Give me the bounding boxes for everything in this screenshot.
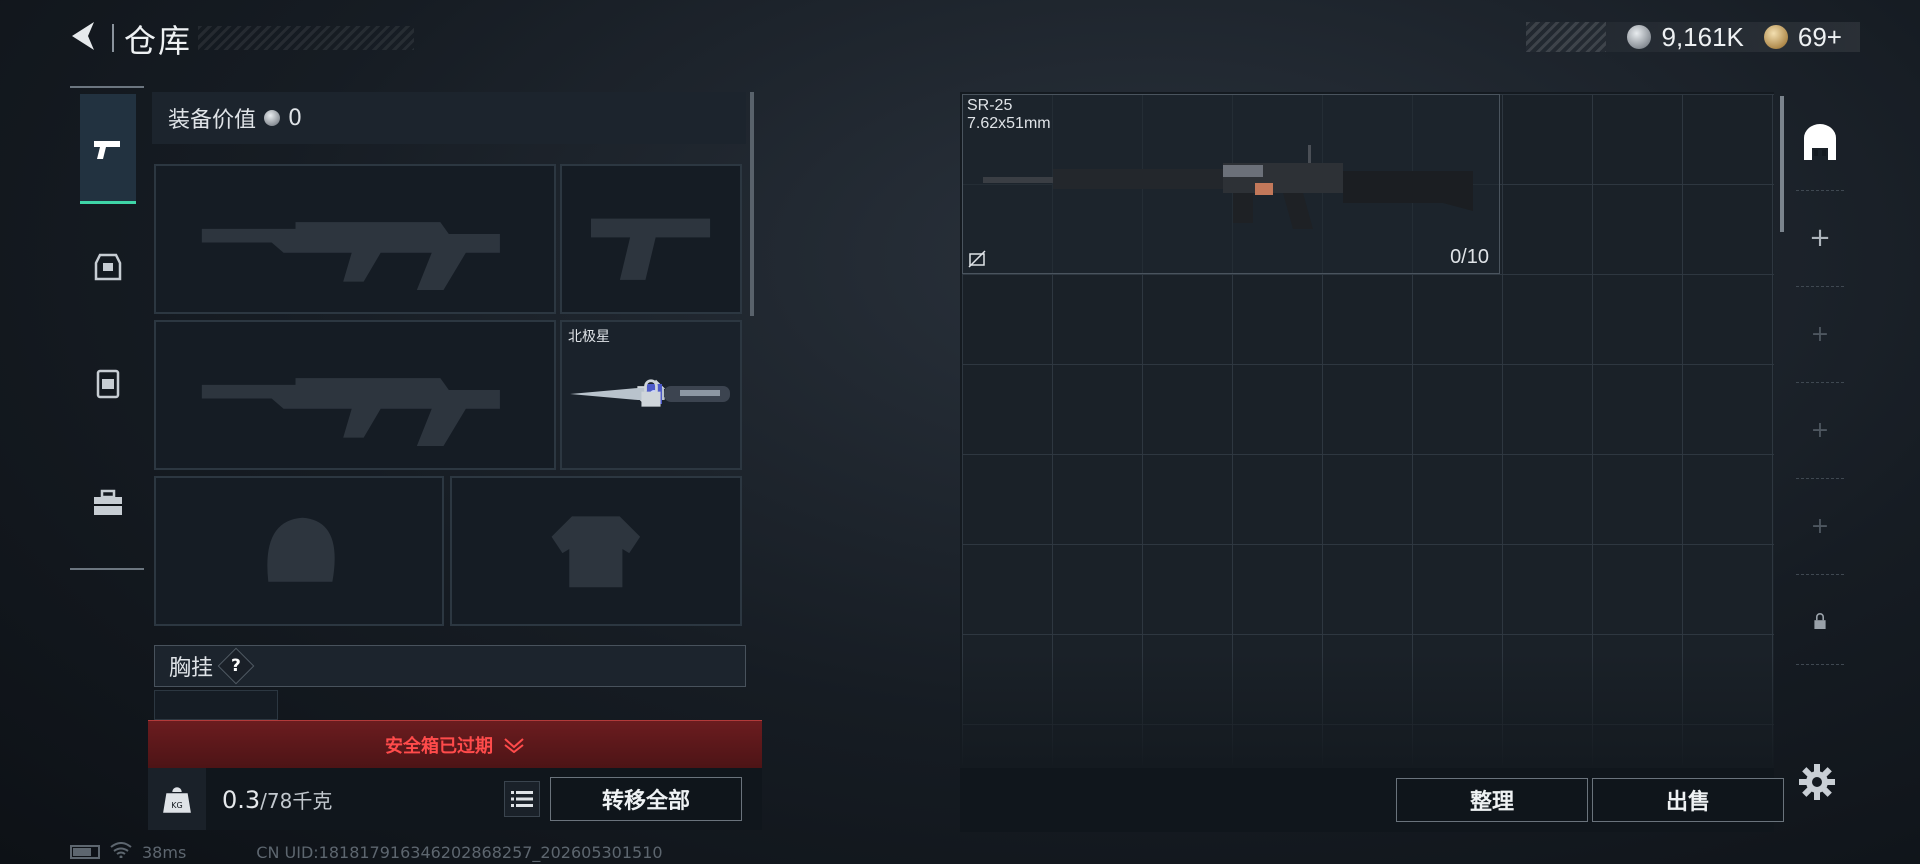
help-icon[interactable]: ? [217,647,255,685]
back-button[interactable] [66,18,106,58]
vest-silhouette-icon [452,478,740,624]
title-decoration [198,26,414,50]
melee-slot[interactable]: 北极星 [560,320,742,470]
storage-panel: SR-25 7.62x51mm 0/10 [960,92,1774,832]
pistol-silhouette-icon [562,166,740,312]
chest-rig-header: 胸挂 ? [154,645,746,687]
storage-scrollbar[interactable] [1780,96,1784,232]
helmet-silhouette-icon [156,478,442,624]
add-page-button[interactable]: + [1792,218,1848,258]
rail-separator [1796,664,1844,665]
equip-value-bar: 装备价值 0 [152,92,746,144]
list-icon [511,791,533,807]
safebox-alert-text: 安全箱已过期 [385,735,493,757]
rail-separator [1796,574,1844,575]
silver-coin-icon [264,110,281,126]
rifle-silhouette-icon [156,322,554,468]
category-rail [70,86,144,570]
body-armor-slot[interactable] [450,476,742,626]
currency-bar: 9,161K 69+ [1526,22,1860,52]
add-page-button[interactable]: + [1792,410,1848,450]
tab-toolbox[interactable] [80,448,136,558]
armor-icon [94,253,122,281]
secondary-weapon-slot[interactable] [154,320,556,470]
silver-coin-value: 9,161K [1661,21,1744,52]
chest-rig-label: 胸挂 [169,656,214,681]
storage-item-sr25[interactable]: SR-25 7.62x51mm 0/10 [962,94,1500,274]
grid-fade [962,652,1774,768]
battery-icon [70,845,100,859]
tab-armor[interactable] [80,212,136,322]
chevron-down-icon [504,737,524,753]
melee-name: 北极星 [568,329,610,345]
chest-rig-slot[interactable] [154,690,278,720]
weight-current: 0.3 [222,785,261,814]
transfer-all-button[interactable]: 转移全部 [550,777,742,821]
pistol-icon [94,140,120,159]
gold-coin-value: 69+ [1797,21,1842,52]
locked-page[interactable] [1792,606,1848,636]
lock-icon [641,379,661,407]
item-count: 0/10 [1450,246,1489,268]
warehouse-icon [1804,124,1836,160]
tab-weapons[interactable] [80,94,136,204]
toolbox-icon [94,489,122,515]
rail-separator [1796,478,1844,479]
settings-button[interactable] [1797,762,1837,802]
player-uid: CN UID:1818179163462028682​57_2026053015… [256,842,663,862]
currency-decoration [1526,22,1606,52]
back-arrow-icon [72,22,94,50]
list-view-button[interactable] [504,781,540,817]
rifle-icon [983,145,1473,229]
tab-backpack[interactable] [80,328,136,438]
rail-separator [1796,190,1844,191]
silver-coin-icon [1627,25,1652,49]
add-page-button[interactable]: + [1792,314,1848,354]
no-attachment-icon [968,250,986,268]
weight-bar: KG 0.3/78千克 转移全部 [148,768,762,830]
weight-max: /78千克 [260,788,333,813]
rifle-silhouette-icon [156,166,554,312]
status-strip: 38ms CN UID:1818179163462028682​57_20260… [70,842,663,862]
equip-value: 0 [288,105,303,131]
add-page-button[interactable]: + [1792,506,1848,546]
wifi-icon [110,842,132,862]
page-title: 仓库 [124,22,193,60]
item-name: SR-25 [967,97,1013,114]
weight-readout: 0.3/78千克 [222,785,504,814]
weight-icon: KG [148,768,206,830]
gear-icon [1799,764,1835,800]
help-icon-label: ? [231,656,241,676]
sort-button[interactable]: 整理 [1396,778,1588,822]
header-divider [112,24,114,52]
helmet-slot[interactable] [154,476,444,626]
rail-separator [1796,382,1844,383]
warehouse-tab[interactable] [1792,120,1848,164]
sell-button[interactable]: 出售 [1592,778,1784,822]
ping-value: 38ms [142,842,187,862]
primary-weapon-slot[interactable] [154,164,556,314]
sidearm-slot[interactable] [560,164,742,314]
lock-icon [1814,613,1826,629]
loadout-scrollbar[interactable] [750,92,754,316]
backpack-icon [96,369,120,399]
safebox-expired-alert[interactable]: 安全箱已过期 [148,720,762,768]
equip-value-label: 装备价值 [168,108,257,133]
rail-separator [1796,286,1844,287]
svg-text:KG: KG [171,801,182,810]
gold-coin-icon [1763,25,1788,49]
